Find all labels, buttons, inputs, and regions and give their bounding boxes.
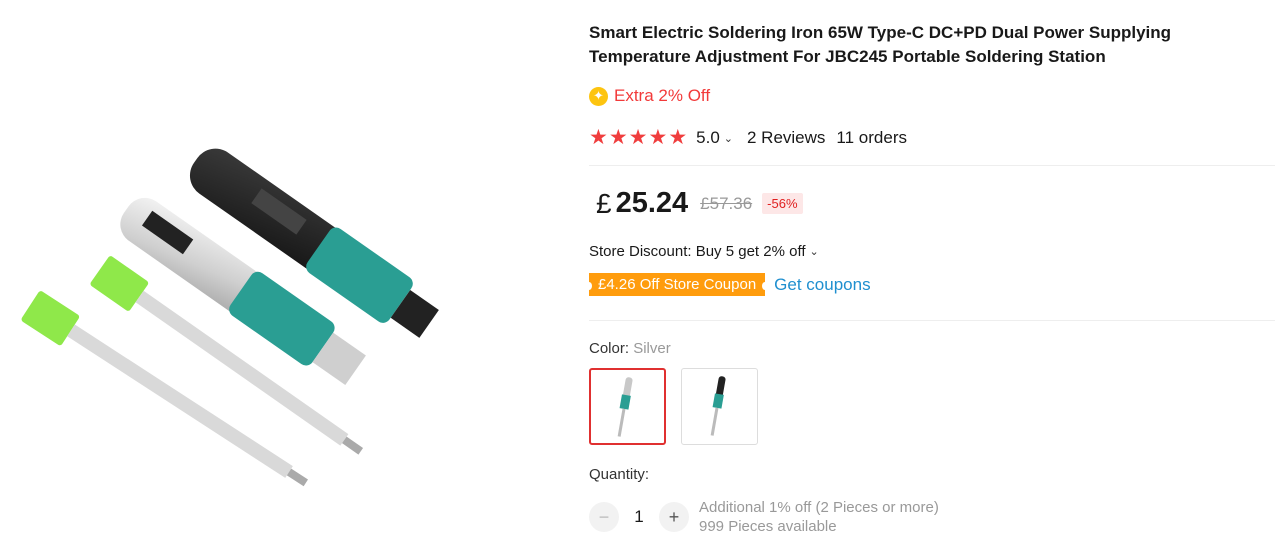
get-coupons-link[interactable]: Get coupons <box>774 275 870 295</box>
divider <box>589 320 1275 321</box>
decrease-quantity-button[interactable]: − <box>589 502 619 532</box>
star-icon: ★ <box>608 126 628 149</box>
star-icon: ★ <box>589 126 608 149</box>
coin-icon: ✦ <box>589 86 608 106</box>
silver-iron-thumbnail <box>617 377 633 437</box>
chevron-down-icon: ⌄ <box>809 246 819 258</box>
product-title: Smart Electric Soldering Iron 65W Type-C… <box>589 23 1172 66</box>
bulk-discount-note: Additional 1% off (2 Pieces or more) <box>699 499 939 516</box>
store-discount[interactable]: Store Discount: Buy 5 get 2% off ⌄ <box>589 243 833 260</box>
color-label-text: Color: <box>589 340 630 357</box>
store-discount-text: Store Discount: Buy 5 get 2% off <box>589 243 806 260</box>
original-price: £57.36 <box>700 193 753 213</box>
product-main-image[interactable] <box>0 0 550 548</box>
extra-discount-promo[interactable]: ✦ Extra 2% Off <box>589 86 710 106</box>
rating-row: ★ ★ ★ ★ ★ 5.0 ⌄ 2 Reviews 11 orders <box>589 127 907 149</box>
color-option-silver[interactable] <box>589 368 666 445</box>
quantity-stepper: − 1 + Additional 1% off (2 Pieces or mor… <box>589 498 939 536</box>
discount-badge: -56% <box>762 193 803 214</box>
quantity-input[interactable]: 1 <box>619 507 659 527</box>
star-icon: ★ <box>648 126 668 149</box>
currency-symbol: £ <box>596 187 612 219</box>
price-row: £ 25.24 £57.36 -56% <box>596 187 803 220</box>
product-info: Smart Electric Soldering Iron 65W Type-C… <box>585 0 1275 548</box>
stock-available: 999 Pieces available <box>699 518 837 535</box>
orders-count: 11 orders <box>836 128 907 147</box>
chevron-down-icon[interactable]: ⌄ <box>724 132 733 145</box>
rating-score[interactable]: 5.0 <box>696 128 720 148</box>
color-option-black[interactable] <box>681 368 758 445</box>
soldering-iron-illustration <box>21 148 439 487</box>
reviews-link[interactable]: 2 Reviews <box>747 128 825 148</box>
color-label: Color: Silver <box>589 340 671 357</box>
star-icon: ★ <box>668 126 688 149</box>
store-coupon[interactable]: £4.26 Off Store Coupon <box>585 273 769 296</box>
star-rating: ★ ★ ★ ★ ★ <box>589 127 688 149</box>
divider <box>589 165 1275 166</box>
increase-quantity-button[interactable]: + <box>659 502 689 532</box>
quantity-label: Quantity: <box>589 466 650 483</box>
current-price: 25.24 <box>615 187 689 219</box>
star-icon: ★ <box>628 126 648 149</box>
selected-color: Silver <box>633 340 671 357</box>
quantity-info: Additional 1% off (2 Pieces or more) 999… <box>699 498 939 536</box>
coupon-row: £4.26 Off Store Coupon Get coupons <box>585 273 871 296</box>
black-iron-thumbnail <box>710 376 726 436</box>
promo-text: Extra 2% Off <box>614 86 711 105</box>
